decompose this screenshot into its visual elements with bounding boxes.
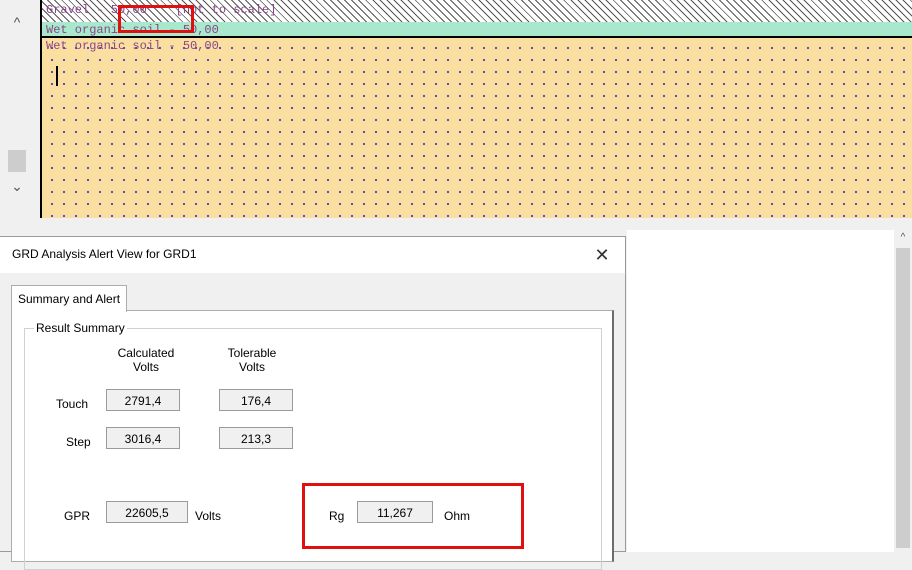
step-label: Step xyxy=(66,435,91,449)
right-vertical-scrollbar[interactable]: ^ xyxy=(894,230,912,552)
tab-summary-and-alert[interactable]: Summary and Alert xyxy=(11,285,128,312)
wet-soil-layer-label-2: Wet organic soil - 50,00 xyxy=(46,39,219,53)
chevron-up-icon[interactable]: ^ xyxy=(6,12,28,32)
step-calculated-value: 3016,4 xyxy=(106,427,180,449)
scroll-thumb[interactable] xyxy=(8,150,26,172)
chevron-up-icon[interactable]: ^ xyxy=(894,232,912,243)
gpr-value: 22605,5 xyxy=(106,501,188,523)
vertical-scrollbar[interactable]: ^ ⌄ xyxy=(6,8,28,198)
text-cursor xyxy=(56,66,58,86)
soil-profile-panel: ^ ⌄ Gravel - 50,00 [not to scale] Wet or… xyxy=(0,0,912,222)
right-empty-pane: ^ xyxy=(627,230,912,552)
touch-label: Touch xyxy=(56,397,89,411)
touch-tolerable-value: 176,4 xyxy=(219,389,293,411)
step-tolerable-value: 213,3 xyxy=(219,427,293,449)
touch-calculated-value: 2791,4 xyxy=(106,389,180,411)
close-icon[interactable]: ✕ xyxy=(587,241,617,269)
calculated-volts-header: Calculated Volts xyxy=(117,346,175,374)
result-summary-label: Result Summary xyxy=(34,321,127,335)
tolerable-volts-header: Tolerable Volts xyxy=(227,346,277,374)
right-scroll-thumb[interactable] xyxy=(896,248,910,548)
gpr-label: GPR xyxy=(64,509,91,523)
gpr-unit: Volts xyxy=(195,509,222,523)
chevron-down-icon[interactable]: ⌄ xyxy=(6,176,28,196)
wet-organic-soil-dotted-layer xyxy=(42,38,912,218)
dialog-titlebar[interactable]: GRD Analysis Alert View for GRD1 ✕ xyxy=(0,237,625,273)
highlight-box-rg-value xyxy=(302,483,524,549)
highlight-box-gravel-value xyxy=(118,5,194,33)
dialog-title: GRD Analysis Alert View for GRD1 xyxy=(12,247,197,261)
